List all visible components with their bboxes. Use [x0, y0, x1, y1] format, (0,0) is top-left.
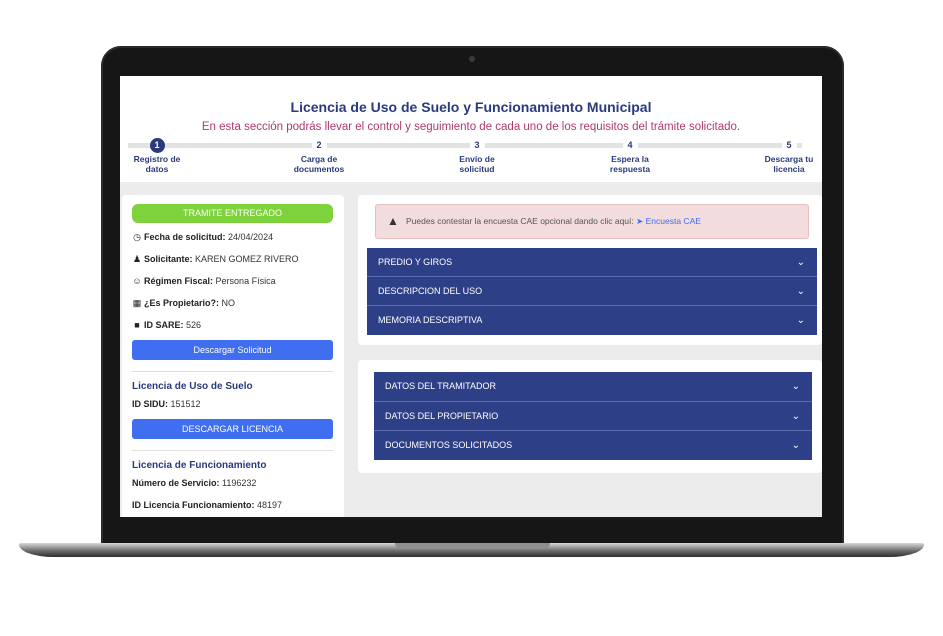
chevron-down-icon: ⌄ — [796, 286, 805, 297]
accordion-label: DOCUMENTOS SOLICITADOS — [385, 440, 513, 450]
accordion-descripcion[interactable]: DESCRIPCION DEL USO ⌄ — [367, 277, 817, 306]
user-icon: ♟ — [132, 254, 142, 264]
chevron-down-icon: ⌄ — [791, 411, 800, 422]
fecha-row: ◷ Fecha de solicitud: 24/04/2024 — [133, 232, 274, 242]
download-licencia-button[interactable]: DESCARGAR LICENCIA — [132, 419, 333, 439]
step-registro[interactable]: 1 Registro de datos — [120, 138, 202, 174]
accordion-label: DATOS DEL PROPIETARIO — [385, 411, 499, 421]
solicitante-row: ♟ Solicitante: KAREN GOMEZ RIVERO — [132, 254, 299, 264]
folder-icon: ■ — [134, 320, 140, 330]
servicio-row: Número de Servicio: 1196232 — [132, 478, 257, 488]
sidu-row: ID SIDU: 151512 — [132, 399, 201, 409]
accordion-label: PREDIO Y GIROS — [378, 257, 453, 267]
step-label: Espera la respuesta — [609, 154, 651, 174]
page-title: Licencia de Uso de Suelo y Funcionamient… — [290, 99, 652, 115]
accordion-tramitador[interactable]: DATOS DEL TRAMITADOR ⌄ — [374, 372, 812, 401]
camera-icon — [469, 56, 475, 62]
step-label: Registro de datos — [133, 154, 181, 174]
step-number: 4 — [622, 138, 638, 153]
content-area: TRAMITE ENTREGADO ◷ Fecha de solicitud: 2… — [120, 182, 822, 517]
chevron-down-icon: ⌄ — [796, 315, 805, 326]
chevron-down-icon: ⌄ — [791, 381, 800, 392]
licencia-funcionamiento-row: ID Licencia Funcionamiento: 48197 — [132, 500, 283, 510]
building-icon: ▦ — [132, 298, 142, 308]
sare-row: ■ ID SARE: 526 — [132, 320, 201, 330]
step-number: 3 — [469, 138, 485, 153]
tramite-card: ▲ Puedes contestar la encuesta CAE opcio… — [358, 195, 822, 345]
propietario-row: ▦ ¿Es Propietario?: NO — [132, 298, 236, 308]
step-descarga[interactable]: 5 Descarga tu licencia — [744, 138, 822, 174]
status-badge: TRAMITE ENTREGADO — [132, 204, 333, 223]
uso-suelo-title: Licencia de Uso de Suelo — [132, 381, 253, 392]
divider — [132, 450, 333, 451]
step-label: Envío de solicitud — [459, 154, 495, 174]
datos-card: DATOS DEL TRAMITADOR ⌄ DATOS DEL PROPIET… — [358, 360, 822, 473]
clock-icon: ◷ — [133, 232, 141, 242]
step-envio[interactable]: 3 Envío de solicitud — [432, 138, 522, 174]
step-espera[interactable]: 4 Espera la respuesta — [585, 138, 675, 174]
accordion-label: MEMORIA DESCRIPTIVA — [378, 315, 483, 325]
survey-link[interactable]: ➤ Encuesta CAE — [636, 216, 701, 226]
step-label: Carga de documentos — [293, 154, 345, 174]
accordion-propietario[interactable]: DATOS DEL PROPIETARIO ⌄ — [374, 402, 812, 431]
accordion-label: DATOS DEL TRAMITADOR — [385, 381, 497, 391]
screen: Licencia de Uso de Suelo y Funcionamient… — [120, 76, 822, 517]
accordion-predio[interactable]: PREDIO Y GIROS ⌄ — [367, 248, 817, 277]
summary-card: TRAMITE ENTREGADO ◷ Fecha de solicitud: 2… — [122, 195, 344, 517]
download-solicitud-button[interactable]: Descargar Solicitud — [132, 340, 333, 360]
divider — [132, 371, 333, 372]
step-number: 2 — [311, 138, 327, 153]
chevron-down-icon: ⌄ — [791, 440, 800, 451]
survey-alert: ▲ Puedes contestar la encuesta CAE opcio… — [375, 204, 809, 239]
chevron-down-icon: ⌄ — [796, 257, 805, 268]
accordion-documentos[interactable]: DOCUMENTOS SOLICITADOS ⌄ — [374, 431, 812, 460]
laptop-notch — [395, 543, 550, 549]
alert-text: Puedes contestar la encuesta CAE opciona… — [406, 216, 634, 226]
regimen-row: ☺ Régimen Fiscal: Persona Física — [132, 276, 276, 286]
user-circle-icon: ☺ — [132, 276, 142, 286]
page-header: Licencia de Uso de Suelo y Funcionamient… — [120, 76, 822, 182]
page-subtitle: En esta sección podrás llevar el control… — [201, 121, 741, 133]
step-number: 1 — [149, 138, 165, 153]
step-carga[interactable]: 2 Carga de documentos — [274, 138, 364, 174]
accordion-label: DESCRIPCION DEL USO — [378, 286, 483, 296]
step-number: 5 — [781, 138, 797, 153]
accordion-memoria[interactable]: MEMORIA DESCRIPTIVA ⌄ — [367, 306, 817, 335]
warning-icon: ▲ — [387, 214, 399, 228]
step-label: Descarga tu licencia — [764, 154, 814, 174]
funcionamiento-title: Licencia de Funcionamiento — [132, 460, 267, 471]
